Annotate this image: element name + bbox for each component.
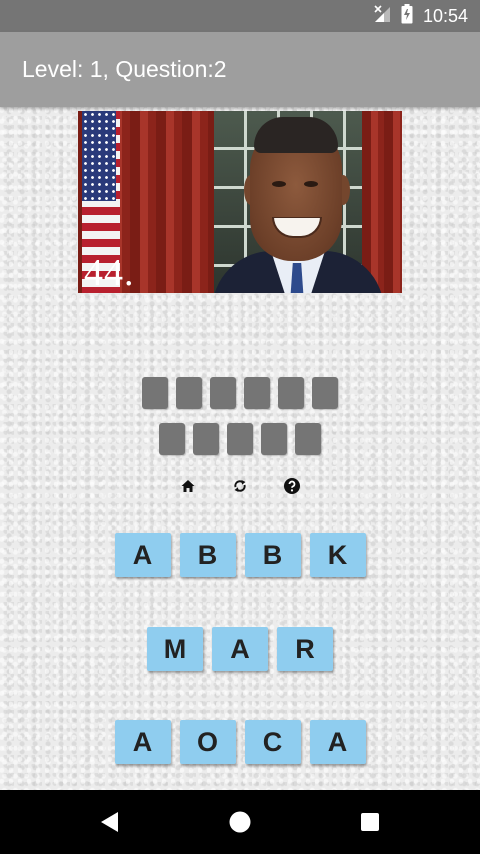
home-icon[interactable] <box>175 473 201 499</box>
letter-row-2: M A R <box>0 627 480 671</box>
answer-slot[interactable] <box>278 377 304 409</box>
letter-tile[interactable]: B <box>244 533 301 577</box>
recents-icon[interactable] <box>345 797 395 847</box>
signal-off-icon <box>373 4 391 28</box>
answer-slot[interactable] <box>176 377 202 409</box>
letter-tile[interactable]: K <box>309 533 366 577</box>
curtain-right <box>362 111 402 293</box>
answer-slots-row-1 <box>0 377 480 409</box>
letter-tile[interactable]: O <box>179 720 236 764</box>
eye-right <box>304 181 318 187</box>
answer-slot[interactable] <box>295 423 321 455</box>
letter-tile[interactable]: A <box>309 720 366 764</box>
status-bar: 10:54 <box>0 0 480 32</box>
navigation-bar <box>0 790 480 854</box>
letter-tile[interactable]: A <box>114 720 171 764</box>
answer-slot[interactable] <box>227 423 253 455</box>
hair <box>254 117 338 153</box>
answer-slot[interactable] <box>142 377 168 409</box>
app-bar: Level: 1, Question:2 <box>0 32 480 107</box>
letter-tile[interactable]: A <box>114 533 171 577</box>
status-icons: 10:54 <box>373 0 468 32</box>
answer-slot[interactable] <box>193 423 219 455</box>
letter-row-1: A B B K <box>0 533 480 577</box>
question-photo: 44. <box>78 111 402 293</box>
page-title: Level: 1, Question:2 <box>22 56 227 82</box>
help-icon[interactable] <box>279 473 305 499</box>
letter-tile[interactable]: A <box>212 627 268 671</box>
refresh-icon[interactable] <box>227 473 253 499</box>
status-time: 10:54 <box>422 5 468 26</box>
answer-slot[interactable] <box>312 377 338 409</box>
answer-slot[interactable] <box>210 377 236 409</box>
back-icon[interactable] <box>85 797 135 847</box>
tool-bar <box>0 473 480 499</box>
game-area: 44. A B B K M A R A O C A <box>0 107 480 790</box>
letter-row-3: A O C A <box>0 720 480 764</box>
answer-slots-row-2 <box>0 423 480 455</box>
answer-slot[interactable] <box>159 423 185 455</box>
flag-canton <box>82 111 116 201</box>
photo-caption: 44. <box>84 252 135 293</box>
home-circle-icon[interactable] <box>215 797 265 847</box>
answer-slot[interactable] <box>261 423 287 455</box>
letter-tile[interactable]: B <box>179 533 236 577</box>
letter-tile[interactable]: M <box>147 627 203 671</box>
eye-left <box>272 181 286 187</box>
letter-tile[interactable]: R <box>277 627 333 671</box>
answer-slot[interactable] <box>244 377 270 409</box>
battery-charging-icon <box>401 3 413 29</box>
letter-tile[interactable]: C <box>244 720 301 764</box>
